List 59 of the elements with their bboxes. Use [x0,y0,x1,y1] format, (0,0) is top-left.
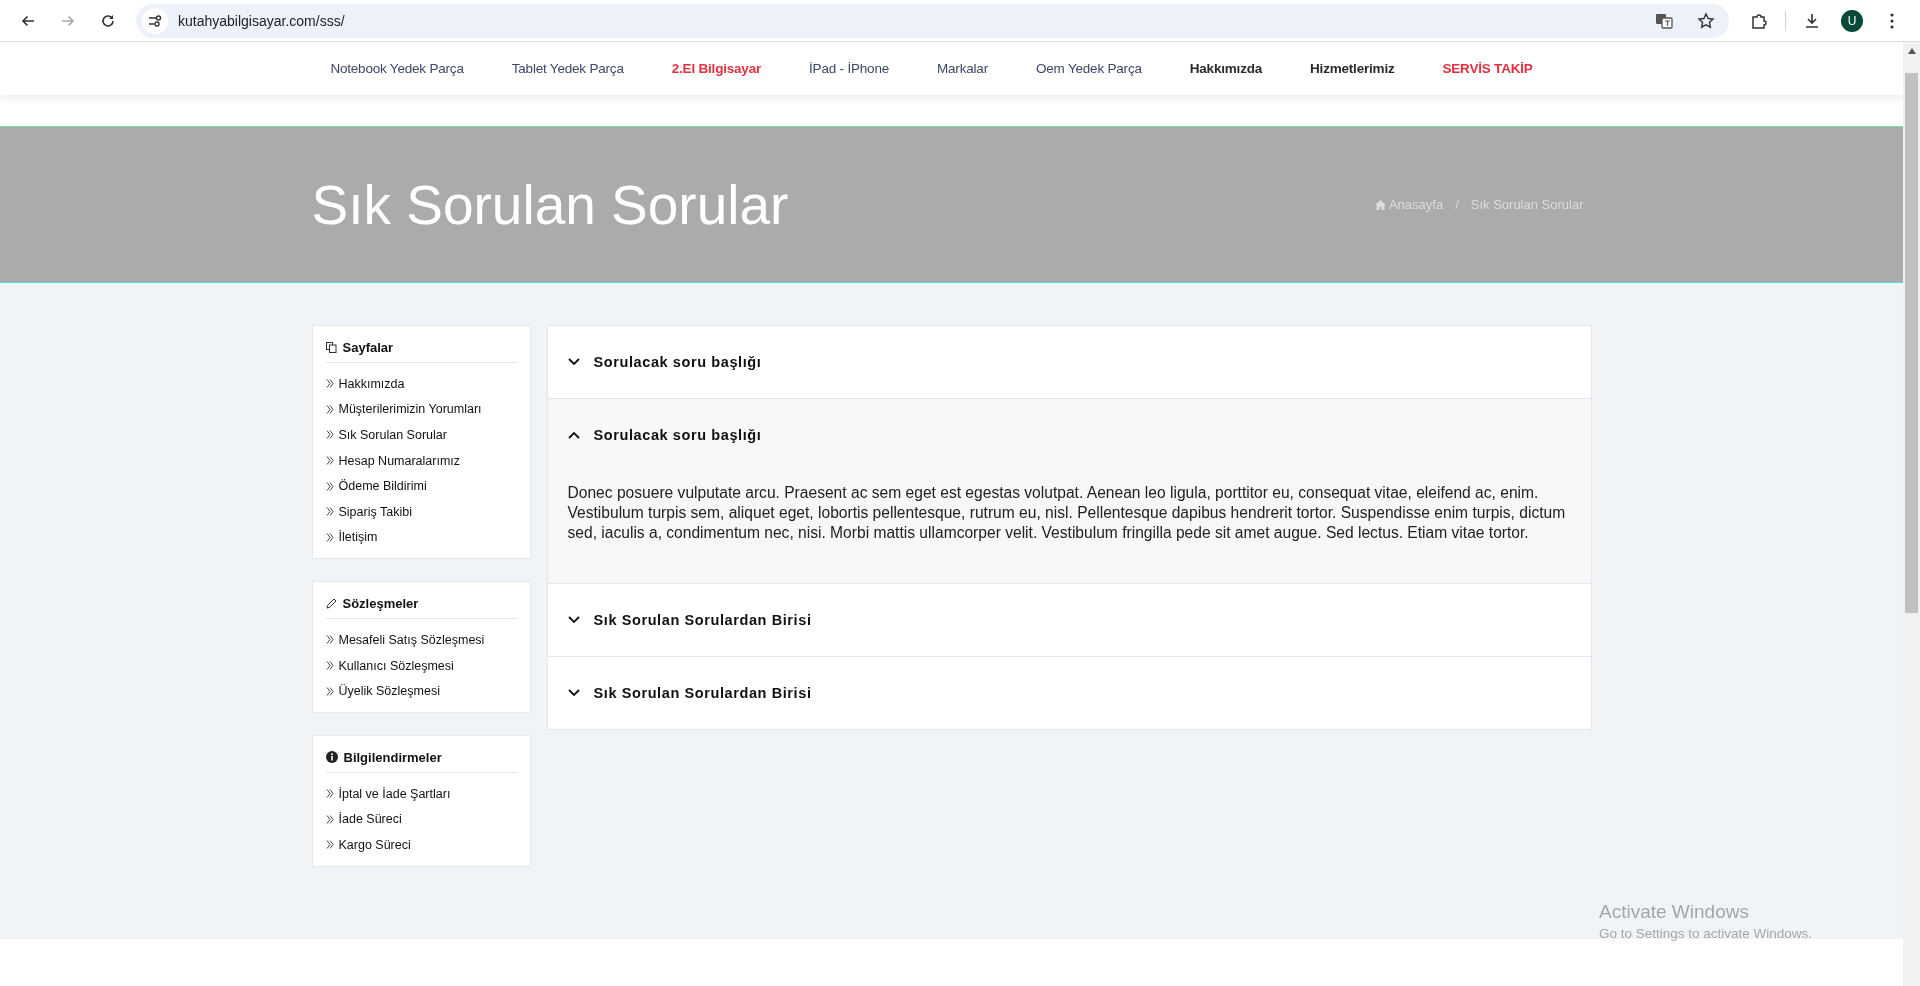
nav-link[interactable]: SERVİS TAKİP [1418,61,1557,76]
scrollbar-thumb[interactable] [1905,73,1918,613]
translate-icon[interactable] [1653,11,1675,30]
double-chevron-icon [325,456,334,466]
sidebar-link[interactable]: Ödeme Bildirimi [338,479,427,494]
sidebar-link[interactable]: Mesafeli Satış Sözleşmesi [338,632,485,647]
double-chevron-icon [325,532,334,542]
faq-question[interactable]: Sık Sorulan Sorulardan Birisi [547,657,1591,729]
nav-link[interactable]: Markalar [913,61,1012,76]
sidebar-link[interactable]: Hakkımızda [338,376,405,391]
double-chevron-icon [325,379,334,389]
home-icon [1374,199,1386,210]
double-chevron-icon [325,661,334,671]
double-chevron-icon [325,430,334,440]
address-bar[interactable]: kutahyabilgisayar.com/sss/ [136,3,1729,38]
copy-icon [325,342,337,353]
sidebar-link[interactable]: Kargo Süreci [338,837,411,852]
sidebar-link[interactable]: Sipariş Takibi [338,504,412,519]
sidebar-link[interactable]: Üyelik Sözleşmesi [338,684,440,699]
double-chevron-icon [325,507,334,517]
nav-link[interactable]: Notebook Yedek Parça [306,61,488,76]
sidebar-link[interactable]: İptal ve İade Şartları [338,786,451,801]
double-chevron-icon [325,404,334,414]
double-chevron-icon [325,481,334,491]
sidebar-link[interactable]: İletişim [338,530,378,545]
nav-link[interactable]: Hizmetlerimiz [1286,61,1419,76]
breadcrumb-separator: / [1455,197,1459,212]
nav-link[interactable]: Tablet Yedek Parça [487,61,648,76]
star-icon[interactable] [1695,11,1717,30]
nav-link[interactable]: Hakkımızda [1165,61,1287,76]
faq-question[interactable]: Sorulacak soru başlığı [547,326,1591,398]
url-text: kutahyabilgisayar.com/sss/ [178,12,345,29]
nav-link[interactable]: Oem Yedek Parça [1011,61,1166,76]
sidebar-link[interactable]: Kullanıcı Sözleşmesi [338,658,454,673]
page-title: Sık Sorulan Sorular [311,172,789,237]
nav-link[interactable]: İPad - İPhone [785,61,913,76]
sidebar-link[interactable]: Sık Sorulan Sorular [338,428,447,442]
double-chevron-icon [325,840,334,850]
profile-avatar[interactable]: U [1841,9,1863,32]
sidebar-link[interactable]: Hesap Numaralarımız [338,453,461,468]
sidebar-heading: Sayfalar [342,340,394,355]
sidebar-link[interactable]: İade Süreci [338,812,402,827]
activation-notice-text: Go to Settings to activate Windows. [1599,926,1813,941]
double-chevron-icon [325,635,334,645]
sidebar-link[interactable]: Müşterilerimizin Yorumları [338,402,482,417]
pencil-icon [325,598,337,610]
nav-link[interactable]: 2.El Bilgisayar [647,61,786,76]
scroll-up-icon[interactable] [1907,48,1916,54]
info-icon [325,751,338,764]
double-chevron-icon [325,814,334,824]
sidebar-heading: Sözleşmeler [342,596,419,612]
sidebar-heading: Bilgilendirmeler [343,749,442,765]
double-chevron-icon [325,686,334,696]
double-chevron-icon [325,789,334,799]
activation-notice-title: Activate Windows [1599,901,1750,923]
faq-answer: Donec posuere vulputate arcu. Praesent ac sem eget est egestas volutpat. Aenean leo ligula, porttitor eu, consequat vitae, eleifend ac, enim. Vestibulum turpis sem, aliquet eget, lobortis pellentesque, rutrum eu, nisl. Pellentesque dapibus hendrerit tortor. Suspendisse enim turpis, dictum sed, iaculis a, condimentum nec, nisi. Morbi mattis ullamcorper velit. Vestibulum fringilla pede sit amet augue. Sed lectus. Etiam vitae tortor. [566,483,1567,543]
faq-question[interactable]: Sık Sorulan Sorulardan Birisi [547,584,1591,656]
site-settings-icon[interactable] [142,7,168,34]
scrollbar[interactable] [1903,42,1920,986]
